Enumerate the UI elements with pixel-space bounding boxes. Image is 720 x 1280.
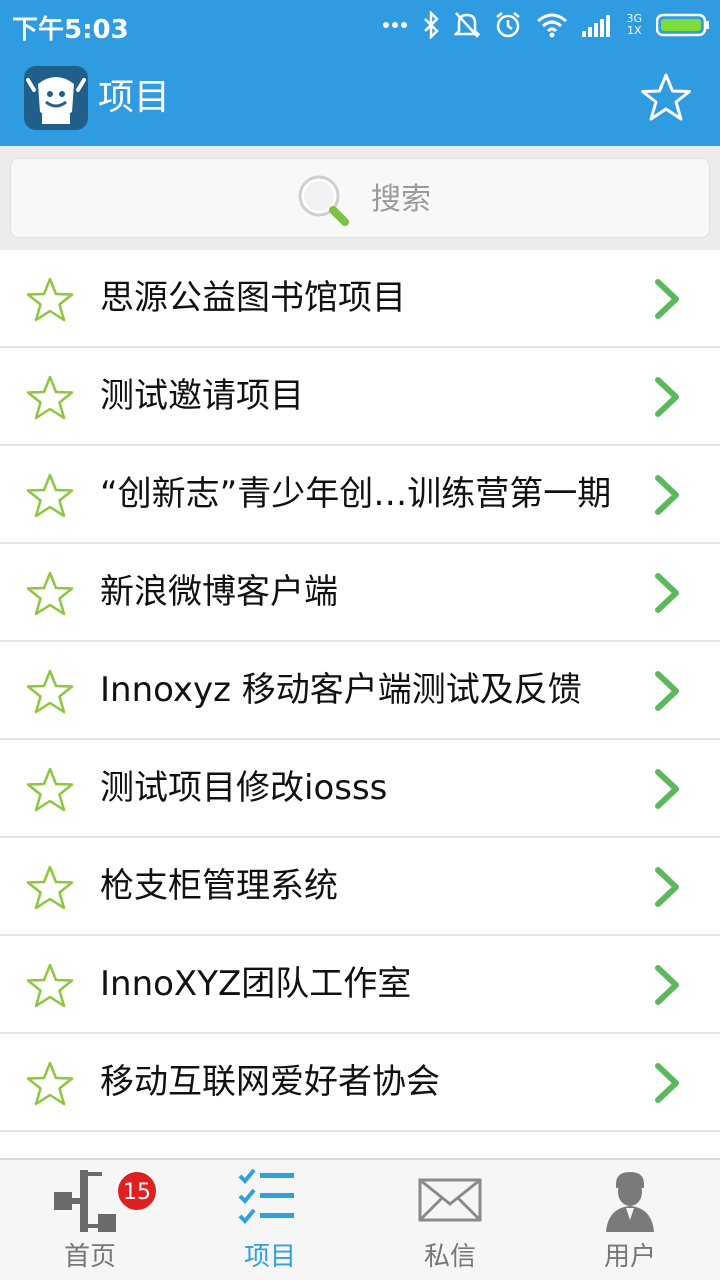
project-list: 思源公益图书馆项目 测试邀请项目 “创新志”青少年创…训练营第一期 新浪微博客户… (0, 250, 720, 1158)
tab-user[interactable]: 用户 (540, 1160, 720, 1280)
list-item[interactable] (0, 1132, 720, 1158)
tab-label: 用户 (603, 1242, 656, 1272)
bluetooth-icon (424, 11, 440, 39)
project-name: 枪支柜管理系统 (100, 866, 338, 906)
chevron-right-icon (655, 867, 679, 907)
chevron-right-icon (655, 965, 679, 1005)
notifications-off-icon (454, 12, 481, 38)
search-input[interactable] (371, 177, 571, 221)
favorites-star-icon[interactable] (640, 72, 692, 124)
list-item[interactable]: 测试项目修改iosss (0, 740, 720, 838)
status-time: 下午5:03 (12, 15, 129, 45)
star-icon[interactable] (26, 766, 74, 814)
project-name: 测试项目修改iosss (100, 768, 388, 808)
network-type: 3G 1X (626, 13, 642, 37)
list-item[interactable]: 测试邀请项目 (0, 348, 720, 446)
status-bar: 下午5:03 3G 1X (0, 0, 720, 50)
star-icon[interactable] (26, 864, 74, 912)
search-box[interactable] (10, 158, 710, 238)
project-name: Innoxyz 移动客户端测试及反馈 (100, 670, 582, 710)
tab-home[interactable]: 15 首页 (0, 1160, 180, 1280)
star-icon[interactable] (26, 1060, 74, 1108)
star-icon[interactable] (26, 668, 74, 716)
star-icon[interactable] (26, 570, 74, 618)
list-item[interactable]: 思源公益图书馆项目 (0, 250, 720, 348)
network-type-bottom: 1X (626, 24, 642, 37)
search-bar (0, 146, 720, 250)
search-icon (298, 175, 349, 226)
list-item[interactable]: 新浪微博客户端 (0, 544, 720, 642)
chevron-right-icon (655, 475, 679, 515)
list-item[interactable]: InnoXYZ团队工作室 (0, 936, 720, 1034)
list-item[interactable]: “创新志”青少年创…训练营第一期 (0, 446, 720, 544)
project-name: 测试邀请项目 (100, 376, 304, 416)
checklist-icon (238, 1168, 294, 1224)
app-bar: 项目 (0, 50, 720, 146)
project-name: 移动互联网爱好者协会 (100, 1062, 440, 1102)
star-icon[interactable] (26, 276, 74, 324)
project-name: InnoXYZ团队工作室 (100, 964, 412, 1004)
user-icon (606, 1172, 654, 1232)
tab-label: 首页 (63, 1242, 116, 1272)
notification-badge: 15 (116, 1170, 158, 1212)
alarm-icon (496, 12, 521, 38)
star-icon[interactable] (26, 374, 74, 422)
battery-icon (656, 13, 709, 37)
bottom-tab-bar: 15 首页 项目 私信 用户 (0, 1158, 720, 1280)
tab-projects[interactable]: 项目 (180, 1160, 360, 1280)
list-item[interactable]: 移动互联网爱好者协会 (0, 1034, 720, 1132)
star-icon[interactable] (26, 962, 74, 1010)
list-item[interactable]: Innoxyz 移动客户端测试及反馈 (0, 642, 720, 740)
wifi-icon (537, 13, 568, 38)
chevron-right-icon (655, 573, 679, 613)
status-icons: 3G 1X (382, 8, 710, 42)
chevron-right-icon (655, 279, 679, 319)
star-icon[interactable] (26, 472, 74, 520)
more-dots-icon (383, 22, 408, 28)
project-name: 思源公益图书馆项目 (100, 278, 406, 318)
tab-label: 项目 (243, 1242, 296, 1272)
app-logo-icon[interactable] (24, 66, 88, 130)
chevron-right-icon (655, 377, 679, 417)
tab-messages[interactable]: 私信 (360, 1160, 540, 1280)
project-name: 新浪微博客户端 (100, 572, 338, 612)
chevron-right-icon (655, 671, 679, 711)
page-title: 项目 (98, 77, 171, 118)
signal-icon (582, 15, 611, 37)
tab-label: 私信 (423, 1242, 476, 1272)
chevron-right-icon (655, 1063, 679, 1103)
chevron-right-icon (655, 769, 679, 809)
list-item[interactable]: 枪支柜管理系统 (0, 838, 720, 936)
envelope-icon (418, 1178, 482, 1222)
project-name: “创新志”青少年创…训练营第一期 (100, 474, 612, 514)
